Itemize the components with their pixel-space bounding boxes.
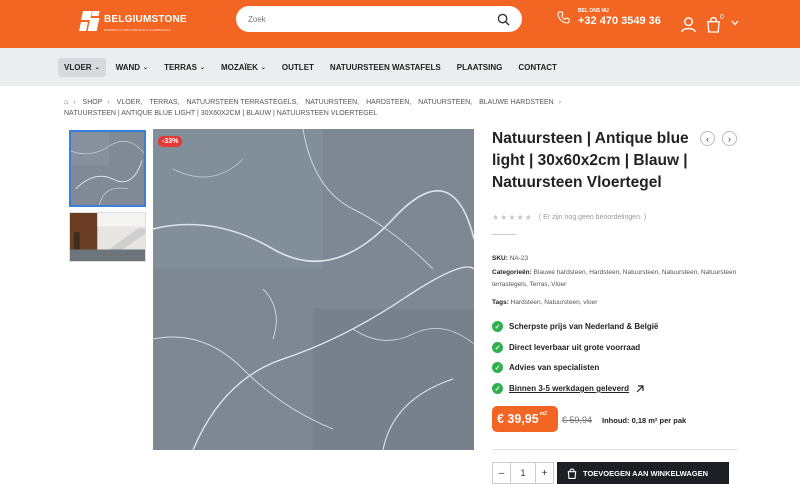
current-price: € 39,95 [497, 412, 539, 426]
old-price: € 59,94 [562, 415, 593, 425]
next-product-button[interactable]: › [722, 131, 737, 146]
nav-item-plaatsing[interactable]: PLAATSING [451, 58, 509, 77]
site-header: BELGIUMSTONE EXPERTS IN NATUURSTEEN & VL… [0, 0, 800, 48]
rating-text[interactable]: ( Er zijn nog geen beoordelingen. ) [539, 214, 646, 221]
product-categories: Categorieën: Blauwe hardsteen, Hardsteen… [492, 267, 742, 291]
price-badge: € 39,95 m2 [492, 406, 558, 432]
price-unit: m2 [539, 411, 547, 417]
quantity-input[interactable]: 1 [510, 463, 536, 483]
breadcrumb-link[interactable]: HARDSTEEN, [366, 99, 411, 106]
nav-item-contact[interactable]: CONTACT [512, 58, 563, 77]
home-icon[interactable]: ⌂ [64, 99, 68, 106]
nav-item-wand[interactable]: WAND ⌄ [110, 58, 154, 77]
package-content: Inhoud: 0,18 m² per pak [602, 416, 687, 425]
chevron-down-icon: ⌄ [94, 64, 100, 71]
usp-item: ✓ Direct leverbaar uit grote voorraad [492, 342, 640, 353]
cart-count-badge: 0 [720, 14, 724, 21]
product-main-image[interactable] [153, 129, 474, 450]
breadcrumb-link[interactable]: NATUURSTEEN TERRASTEGELS, [186, 99, 298, 106]
sku-label: SKU: [492, 255, 508, 262]
phone-icon [557, 11, 570, 24]
chevron-down-icon: ⌄ [143, 64, 149, 71]
increase-quantity-button[interactable]: + [536, 463, 553, 483]
quantity-stepper[interactable]: – 1 + [492, 462, 554, 484]
search-bar[interactable] [236, 6, 522, 32]
chevron-down-icon: ⌄ [260, 64, 266, 71]
usp-item: ✓ Advies van specialisten [492, 362, 599, 373]
search-icon[interactable] [497, 13, 510, 26]
breadcrumb-link[interactable]: NATUURSTEEN, [305, 99, 359, 106]
product-thumbnail-1[interactable] [69, 130, 146, 207]
decrease-quantity-button[interactable]: – [493, 463, 510, 483]
product-navigation: ‹ › [700, 131, 737, 146]
call-us[interactable]: BEL ONS NU +32 470 3549 36 [557, 8, 661, 27]
breadcrumb-link[interactable]: NATUURSTEEN, [418, 99, 472, 106]
breadcrumb-link[interactable]: TERRAS, [149, 99, 179, 106]
add-to-cart-button[interactable]: TOEVOEGEN AAN WINKELWAGEN [557, 462, 729, 484]
add-to-cart-label: TOEVOEGEN AAN WINKELWAGEN [583, 468, 709, 478]
product-tags: Tags: Hardsteen, Natuursteen, vloer [492, 297, 742, 309]
divider [492, 449, 738, 450]
chevron-down-icon: ⌄ [199, 64, 205, 71]
tags-label: Tags: [492, 299, 509, 306]
cart-icon [567, 468, 577, 479]
product-rating: ★★★★★ ( Er zijn nog geen beoordelingen. … [492, 213, 646, 222]
site-logo[interactable]: BELGIUMSTONE EXPERTS IN NATUURSTEEN & VL… [78, 9, 187, 32]
usp-item: ✓ Scherpste prijs van Nederland & België [492, 321, 658, 332]
previous-product-button[interactable]: ‹ [700, 131, 715, 146]
breadcrumb-link[interactable]: BLAUWE HARDSTEEN [479, 99, 554, 106]
check-circle-icon: ✓ [492, 342, 503, 353]
product-sku: SKU: NA-23 [492, 253, 742, 265]
nav-item-outlet[interactable]: OUTLET [276, 58, 320, 77]
cart-icon[interactable] [706, 16, 721, 33]
logo-mark-icon [78, 10, 100, 32]
check-circle-icon: ✓ [492, 383, 503, 394]
search-input[interactable] [248, 14, 497, 24]
divider [492, 234, 516, 235]
product-title: Natuursteen | Antique blue light | 30x60… [492, 130, 689, 191]
nav-item-wastafels[interactable]: NATUURSTEEN WASTAFELS [324, 58, 447, 77]
user-account-icon[interactable] [680, 16, 697, 33]
logo-name: BELGIUMSTONE [104, 14, 187, 25]
logo-tagline: EXPERTS IN NATUURSTEEN & VLOERTEGELS [104, 28, 171, 32]
tags-value[interactable]: Hardsteen, Natuursteen, vloer [511, 299, 598, 306]
check-circle-icon: ✓ [492, 321, 503, 332]
usp-item-delivery[interactable]: ✓ Binnen 3-5 werkdagen geleverd [492, 383, 645, 394]
categories-label: Categorieën: [492, 269, 532, 276]
nav-item-vloer[interactable]: VLOER ⌄ [58, 57, 106, 77]
discount-badge: -33% [158, 136, 183, 147]
star-rating-icon: ★★★★★ [492, 213, 533, 222]
nav-item-mozaiek[interactable]: MOZAÏEK ⌄ [215, 58, 272, 77]
check-circle-icon: ✓ [492, 362, 503, 373]
breadcrumb-current: NATUURSTEEN | ANTIQUE BLUE LIGHT | 30X60… [64, 110, 378, 117]
main-nav: VLOER ⌄ WAND ⌄ TERRAS ⌄ MOZAÏEK ⌄ OUTLET NAT… [0, 48, 800, 86]
call-label: BEL ONS NU [578, 8, 609, 14]
breadcrumb: ⌂ › SHOP › VLOER, TERRAS, NATUURSTEEN TERR… [64, 99, 562, 106]
breadcrumb-link[interactable]: VLOER, [117, 99, 143, 106]
phone-number[interactable]: +32 470 3549 36 [578, 15, 661, 27]
chevron-down-icon[interactable] [731, 20, 739, 26]
breadcrumb-link[interactable]: SHOP [83, 99, 103, 106]
nav-item-terras[interactable]: TERRAS ⌄ [158, 58, 211, 77]
arrow-up-right-icon [636, 384, 644, 392]
product-thumbnail-2[interactable] [69, 212, 146, 262]
sku-value: NA-23 [509, 255, 529, 262]
